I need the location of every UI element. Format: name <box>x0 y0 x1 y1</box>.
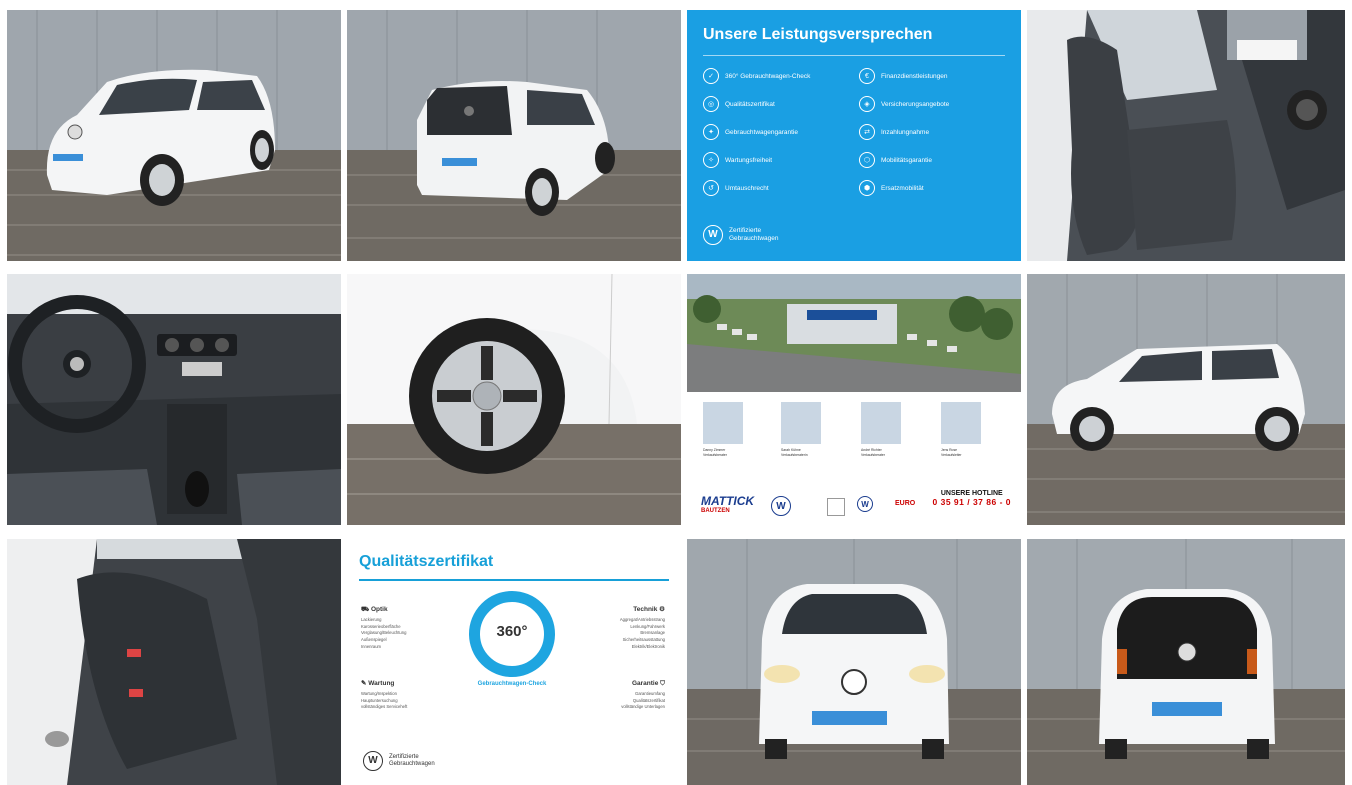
vw-logo-icon: W <box>363 751 383 771</box>
dealer-info-card[interactable]: Danny Zimmer Verkaufsberater Sarah Kühne V… <box>687 274 1021 525</box>
check-icon: ✓ <box>703 68 719 84</box>
promo-item: ✦ Gebrauchtwagengarantie <box>703 124 849 140</box>
promo-title: Unsere Leistungsversprechen <box>703 26 933 43</box>
certificate-icon: ◎ <box>703 96 719 112</box>
dealership-aerial-image <box>687 274 1021 392</box>
trade-in-icon: ⇄ <box>859 124 875 140</box>
euro-icon: € <box>859 68 875 84</box>
promo-item: ↺ Umtauschrecht <box>703 180 849 196</box>
photo-tile-rear-seats[interactable] <box>7 539 341 785</box>
technik-section: Technik ⚙ Aggregat/Antriebsstrang Lenkung… <box>619 606 665 649</box>
car-front-left-image <box>7 10 341 261</box>
staff-caption: Jens Rose Verkaufsleiter <box>941 448 962 457</box>
photo-tile-dashboard[interactable] <box>7 274 341 525</box>
promo-item: ✧ Wartungsfreiheit <box>703 152 849 168</box>
vw-logo-icon: W <box>703 225 723 245</box>
wheel-image <box>347 274 681 525</box>
engine-icon: ⚙ <box>657 606 665 613</box>
photo-tile-front[interactable] <box>687 539 1021 785</box>
wrench-icon: ✧ <box>703 152 719 168</box>
promo-item: ⇄ Inzahlungnahme <box>859 124 1005 140</box>
check-360-value: 360° <box>496 623 528 640</box>
staff-photo <box>941 402 981 444</box>
promo-item: ⬡ Mobilitätsgarantie <box>859 152 1005 168</box>
staff-caption: Danny Zimmer Verkaufsberater <box>703 448 727 457</box>
photo-tile-rear[interactable] <box>1027 539 1345 785</box>
promo-footer: W Zertifizierte Gebrauchtwagen <box>703 225 779 245</box>
staff-caption: Sarah Kühne Verkaufsberaterin <box>781 448 808 457</box>
certificate-divider <box>359 579 669 581</box>
promo-item: ⬢ Ersatzmobilität <box>859 180 1005 196</box>
promo-card-leistungsversprechen[interactable]: Unsere Leistungsversprechen ✓ 360° Gebrau… <box>687 10 1021 261</box>
replacement-car-icon: ⬢ <box>859 180 875 196</box>
promo-item: ◎ Qualitätszertifikat <box>703 96 849 112</box>
certificate-footer: W Zertifizierte Gebrauchtwagen <box>363 751 435 771</box>
promo-item: ◈ Versicherungsangebote <box>859 96 1005 112</box>
rear-seats-image <box>7 539 341 785</box>
car-rear-image <box>1027 539 1345 785</box>
photo-tile-interior-front[interactable] <box>1027 10 1345 261</box>
staff-photo <box>861 402 901 444</box>
exchange-icon: ↺ <box>703 180 719 196</box>
vw-commercial-logo-icon: W <box>857 496 873 512</box>
dashboard-image <box>7 274 341 525</box>
staff-photo <box>781 402 821 444</box>
photo-tile-front-left[interactable] <box>7 10 341 261</box>
audi-logo-icon <box>827 498 845 516</box>
interior-front-image <box>1027 10 1345 261</box>
certificate-title: Qualitätszertifikat <box>359 553 494 570</box>
promo-item: ✓ 360° Gebrauchtwagen-Check <box>703 68 849 84</box>
quality-certificate-card[interactable]: Qualitätszertifikat ⛟ Optik Lackierung Ka… <box>347 539 681 785</box>
shield-icon: ◈ <box>859 96 875 112</box>
promo-items-grid: ✓ 360° Gebrauchtwagen-Check € Finanzdienst… <box>703 68 1005 196</box>
car-icon: ⬡ <box>859 152 875 168</box>
optik-section: ⛟ Optik Lackierung Karosserieoberfläche Ve… <box>361 606 407 649</box>
car-icon: ⛟ <box>361 606 371 613</box>
promo-divider <box>703 55 1005 56</box>
staff-caption: André Richter Verkaufsberater <box>861 448 885 457</box>
hotline-block: UNSERE HOTLINE 0 35 91 / 37 86 - 0 <box>932 490 1011 507</box>
car-rear-left-image <box>347 10 681 261</box>
garantie-section: Garantie ⛉ Garantieumfang Qualitätszertif… <box>621 680 665 710</box>
photo-tile-wheel[interactable] <box>347 274 681 525</box>
photo-tile-rear-left[interactable] <box>347 10 681 261</box>
vw-logo-icon: W <box>771 496 791 516</box>
staff-photo <box>703 402 743 444</box>
promo-item: € Finanzdienstleistungen <box>859 68 1005 84</box>
check-360-caption: Gebrauchtwagen-Check <box>477 681 547 687</box>
guarantee-icon: ✦ <box>703 124 719 140</box>
car-front-image <box>687 539 1021 785</box>
photo-tile-side[interactable] <box>1027 274 1345 525</box>
wartung-section: ✎ Wartung Wartung/Inspektion Hauptuntersu… <box>361 680 408 710</box>
car-side-image <box>1027 274 1345 525</box>
euromobil-logo: EURO <box>895 500 916 507</box>
shield-check-icon: ⛉ <box>658 680 665 687</box>
mattick-logo: MATTICK BAUTZEN <box>701 494 755 514</box>
